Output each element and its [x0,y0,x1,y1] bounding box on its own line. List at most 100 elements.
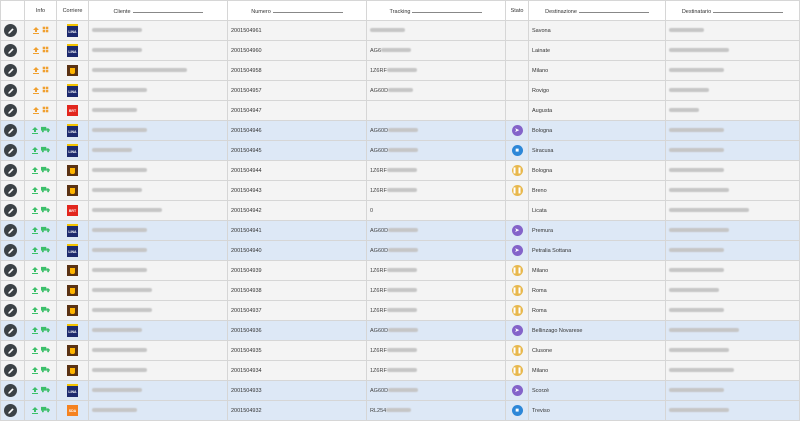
edit-icon[interactable] [4,264,17,277]
tracking-blur [386,188,417,193]
table-row[interactable]: 2001504958 1Z6RF Milano [0,60,800,81]
edit-icon[interactable] [4,204,17,217]
edit-icon[interactable] [4,104,17,117]
recipient-blur [669,88,709,93]
status-pause-icon[interactable]: ❚❚ [511,265,523,276]
client-filter-line[interactable] [132,7,203,13]
edit-cell [0,180,25,201]
status-pause-icon[interactable]: ❚❚ [511,365,523,376]
table-row[interactable]: LINA 2001504941 AG60D ➤ Premura [0,220,800,241]
destination-filter-line[interactable] [578,7,649,13]
table-row[interactable]: LINA 2001504960 AG6 Lainate [0,40,800,61]
courier-cell [56,300,89,321]
table-row[interactable]: BRT 2001504947 Augusta [0,100,800,121]
header-number[interactable]: Numero [227,0,367,21]
edit-icon[interactable] [4,304,17,317]
header-destination[interactable]: Destinazione [528,0,666,21]
number-cell: 2001504961 [227,20,367,41]
status-pause-icon[interactable]: ❚❚ [511,185,523,196]
status-delivery-icon[interactable]: ■ [511,405,523,416]
table-row[interactable]: 2001504938 1Z6RF ❚❚ Roma [0,280,800,301]
header-tracking[interactable]: Tracking [366,0,506,21]
upload-icon [31,407,38,414]
edit-icon[interactable] [4,184,17,197]
tracking-blur [388,88,414,93]
edit-icon[interactable] [4,44,17,57]
recipient-filter-line[interactable] [713,7,784,13]
table-row[interactable]: 2001504943 1Z6RF ❚❚ Breno [0,180,800,201]
info-cell [24,160,57,181]
table-row[interactable]: LINA 2001504936 AG60D ➤ Bellinzago Novar… [0,320,800,341]
client-blur [92,308,152,313]
table-row[interactable]: SDA 2001504932 RL254 ■ Treviso [0,400,800,421]
tracking-cell [366,100,506,121]
table-row[interactable]: 2001504937 1Z6RF ❚❚ Roma [0,300,800,321]
truck-icon [40,146,50,155]
client-blur [92,68,187,73]
table-row[interactable]: LINA 2001504946 AG60D ➤ Bologna [0,120,800,141]
table-row[interactable]: LINA 2001504933 AG60D ➤ Scorzè [0,380,800,401]
upload-icon [31,307,38,314]
status-pause-icon[interactable]: ❚❚ [511,345,523,356]
lina-logo: LINA [67,324,78,337]
client-cell [88,180,228,201]
header-client[interactable]: Cliente [88,0,228,21]
status-in-transit-icon[interactable]: ➤ [511,325,523,336]
table-row[interactable]: 2001504944 1Z6RF ❚❚ Bologna [0,160,800,181]
table-row[interactable]: LINA 2001504961 Savona [0,20,800,41]
tracking-cell: AG60D [366,120,506,141]
status-in-transit-icon[interactable]: ➤ [511,245,523,256]
edit-icon[interactable] [4,84,17,97]
ups-logo [67,165,78,176]
tracking-blur [386,408,412,413]
table-row[interactable]: 2001504939 1Z6RF ❚❚ Milano [0,260,800,281]
edit-icon[interactable] [4,364,17,377]
status-pause-icon[interactable]: ❚❚ [511,165,523,176]
header-info[interactable]: Info [24,0,57,21]
edit-icon[interactable] [4,144,17,157]
header-recipient[interactable]: Destinatario [665,0,800,21]
number-cell: 2001504944 [227,160,367,181]
status-cell: ❚❚ [505,360,529,381]
status-in-transit-icon[interactable]: ➤ [511,125,523,136]
status-delivery-icon[interactable]: ■ [511,145,523,156]
edit-icon[interactable] [4,224,17,237]
edit-icon[interactable] [4,164,17,177]
edit-icon[interactable] [4,384,17,397]
courier-cell [56,360,89,381]
edit-icon[interactable] [4,284,17,297]
status-cell: ➤ [505,220,529,241]
destination-cell: Breno [528,180,666,201]
status-pause-icon[interactable]: ❚❚ [511,285,523,296]
edit-icon[interactable] [4,344,17,357]
recipient-cell [665,300,800,321]
info-cell [24,180,57,201]
status-in-transit-icon[interactable]: ➤ [511,385,523,396]
table-row[interactable]: 2001504935 1Z6RF ❚❚ Clusone [0,340,800,361]
client-cell [88,220,228,241]
number-filter-line[interactable] [272,7,343,13]
edit-icon[interactable] [4,24,17,37]
number-cell: 2001504934 [227,360,367,381]
edit-icon[interactable] [4,124,17,137]
tracking-filter-line[interactable] [412,7,483,13]
destination-cell: Roma [528,280,666,301]
edit-icon[interactable] [4,404,17,417]
header-status[interactable]: Stato [505,0,529,21]
table-row[interactable]: LINA 2001504940 AG60D ➤ Petralia Sottana [0,240,800,261]
status-pause-icon[interactable]: ❚❚ [511,305,523,316]
edit-icon[interactable] [4,64,17,77]
number-cell: 2001504933 [227,380,367,401]
truck-icon [40,166,50,175]
header-courier[interactable]: Corriere [56,0,89,21]
edit-icon[interactable] [4,324,17,337]
table-row[interactable]: LINA 2001504957 AG60D Rovigo [0,80,800,101]
tracking-cell [366,20,506,41]
table-row[interactable]: LINA 2001504945 AG60D ■ Siracusa [0,140,800,161]
status-in-transit-icon[interactable]: ➤ [511,225,523,236]
table-row[interactable]: 2001504934 1Z6RF ❚❚ Milano [0,360,800,381]
client-blur [92,268,147,273]
edit-icon[interactable] [4,244,17,257]
number-cell: 2001504946 [227,120,367,141]
table-row[interactable]: BRT 2001504942 0 Licata [0,200,800,221]
